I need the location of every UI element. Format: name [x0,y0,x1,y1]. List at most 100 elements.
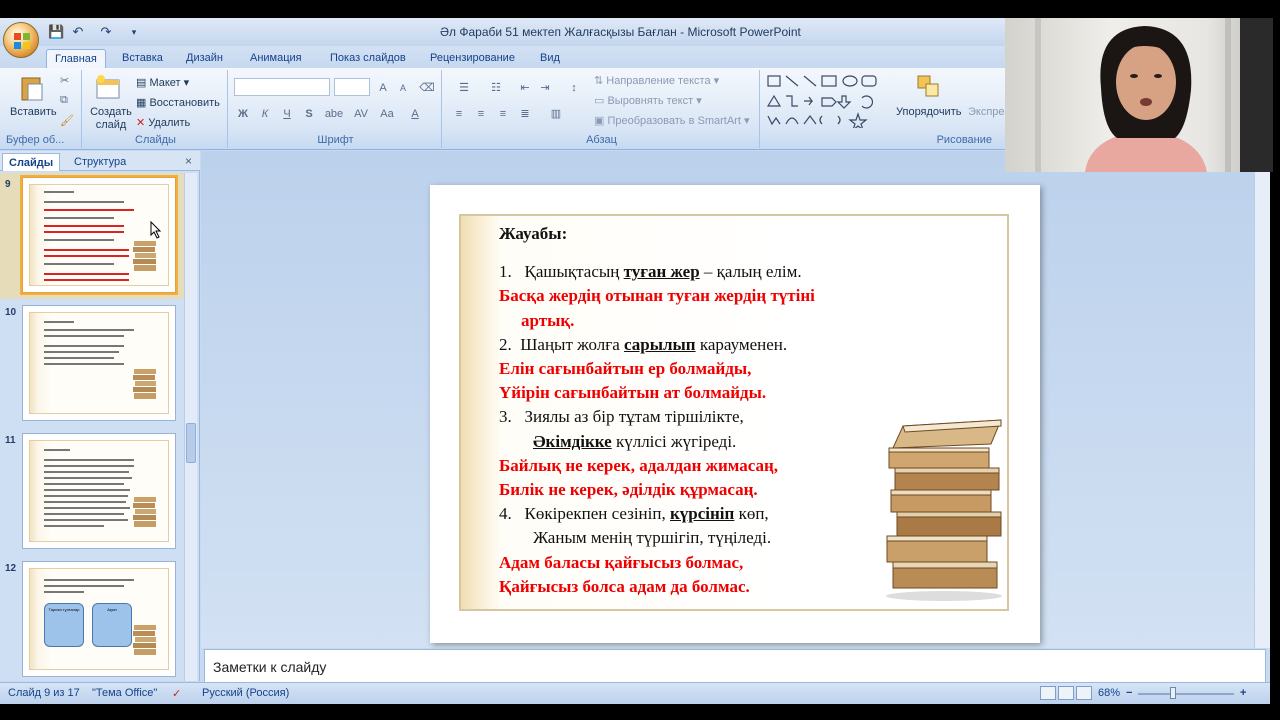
clipboard-group-label: Буфер об... [6,134,65,146]
proverb-3-line-2: Билік не керек, әділдік құрмасаң. [499,480,758,500]
arrange-button[interactable]: Упорядочить [896,106,961,118]
thumb-box-2: Ақын [92,603,132,647]
reset-button[interactable]: ▦ Восстановить [136,96,220,109]
layout-button[interactable]: ▤ Макет ▾ [136,76,189,89]
smartart-icon: ▣ [594,115,608,127]
align-text-button[interactable]: ▭ Выровнять текст ▾ [594,94,702,107]
slide-vertical-scrollbar[interactable] [1254,151,1270,648]
zoom-in-button[interactable]: + [1240,687,1246,699]
scrollbar-thumb[interactable] [186,423,196,463]
cut-icon[interactable]: ✂ [60,74,69,87]
paste-icon [21,77,43,101]
justify-icon[interactable]: ≣ [516,104,534,122]
customize-qat-icon[interactable]: ▾ [126,24,142,40]
align-right-icon[interactable]: ≡ [494,104,512,122]
tab-design[interactable]: Дизайн [178,49,231,68]
save-icon[interactable]: 💾 [48,24,64,40]
proverb-4-line-2: Қайғысыз болса адам да болмас. [499,576,750,596]
notes-pane[interactable]: Заметки к слайду [204,649,1266,683]
undo-icon[interactable]: ↶ [70,24,86,40]
thumb-number: 9 [5,179,11,190]
tab-home[interactable]: Главная [46,49,106,68]
case-button[interactable]: Aa [376,104,398,122]
align-left-icon[interactable]: ≡ [450,104,468,122]
slide-thumbnail-11[interactable] [22,433,176,549]
drawing-group-label: Рисование [936,134,992,146]
font-group-label: Шрифт [317,134,354,146]
spellcheck-icon[interactable]: ✓ [172,687,181,700]
zoom-slider-thumb[interactable] [1170,687,1176,699]
shrink-font-button[interactable]: A [394,78,412,96]
proverb-1-line-2: артық. [521,310,575,330]
tab-view[interactable]: Вид [532,49,568,68]
font-size-combo[interactable] [334,78,370,96]
panel-tabs: Слайды Структура × [0,151,200,171]
tab-animation[interactable]: Анимация [242,49,310,68]
slides-group: Создать слайд ▤ Макет ▾ ▦ Восстановить ✕… [84,70,228,148]
tab-slides[interactable]: Слайды [2,153,61,171]
paragraph-group-label: Абзац [586,134,617,146]
clear-format-icon[interactable]: ⌫ [418,78,436,96]
tab-slideshow[interactable]: Показ слайдов [322,49,414,68]
tab-outline[interactable]: Структура [68,153,132,171]
thumbnails-scrollbar[interactable] [184,173,197,681]
current-slide[interactable]: Жауабы: 1. Қашықтасың туған жер – қалың … [430,185,1040,643]
strike-button[interactable]: S [300,104,318,122]
slide-thumbnails: 9 10 11 12 Тарихи тұлғалар Ақын [0,173,184,681]
italic-button[interactable]: К [256,104,274,122]
zoom-out-button[interactable]: − [1126,687,1132,699]
tab-review[interactable]: Рецензирование [422,49,523,68]
item-2: 2. Шаңыт жолға сарылып карауменен. [499,334,788,354]
office-button[interactable] [3,22,39,58]
item-4: 4. Көкірекпен сезініп, күрсініп көп, [499,504,769,524]
format-painter-icon[interactable]: 🖌 [60,114,74,127]
proverb-1-line-1: Басқа жердің отынан туған жердің түтіні [499,286,815,306]
increase-indent-icon[interactable]: ⇥ [536,78,554,96]
slide-thumbnail-12[interactable]: Тарихи тұлғалар Ақын [22,561,176,677]
slide-heading: Жауабы: [499,224,568,243]
zoom-slider[interactable] [1138,693,1234,695]
slide-text[interactable]: Жауабы: 1. Қашықтасың туған жер – қалың … [499,222,919,599]
new-slide-button[interactable]: Создать слайд [90,106,132,132]
decrease-indent-icon[interactable]: ⇤ [516,78,534,96]
thumb-number: 10 [5,307,17,318]
font-name-combo[interactable] [234,78,330,96]
columns-icon[interactable]: ▥ [542,104,570,122]
font-color-button[interactable]: A [406,104,424,122]
slideshow-view-icon[interactable] [1076,686,1092,700]
slides-group-label: Слайды [135,134,176,146]
drawing-group: Упорядочить Экспрес Рисование [762,70,1032,148]
align-center-icon[interactable]: ≡ [472,104,490,122]
line-spacing-icon[interactable]: ↕ [560,78,588,96]
bullets-icon[interactable]: ☰ [450,78,478,96]
presenter-image [1085,26,1207,172]
grow-font-button[interactable]: A [374,78,392,96]
copy-icon[interactable]: ⧉ [60,94,68,107]
text-direction-button[interactable]: ⇅ Направление текста ▾ [594,74,719,87]
redo-icon[interactable]: ↷ [98,24,114,40]
close-panel-icon[interactable]: × [185,154,192,168]
bold-button[interactable]: Ж [234,104,252,122]
thumb-number: 12 [5,563,17,574]
theme-name: "Тема Office" [92,687,158,699]
slide-sorter-view-icon[interactable] [1058,686,1074,700]
shapes-gallery-icon[interactable] [766,74,886,128]
books-thumbnail-icon [133,241,156,271]
quick-styles-button[interactable]: Экспрес [968,106,1010,118]
window-title: Әл Фараби 51 мектеп Жалғасқызы Бағлан - … [440,25,801,39]
shadow-button[interactable]: abe [322,104,346,122]
language-indicator[interactable]: Русский (Россия) [202,687,289,699]
delete-slide-button[interactable]: ✕ Удалить [136,116,190,129]
tab-insert[interactable]: Вставка [114,49,171,68]
zoom-level[interactable]: 68% [1098,687,1120,699]
normal-view-icon[interactable] [1040,686,1056,700]
smartart-button[interactable]: ▣ Преобразовать в SmartArt ▾ [594,114,749,127]
clipboard-group: Вставить ✂ ⧉ 🖌 Буфер об... [2,70,82,148]
underline-button[interactable]: Ч [278,104,296,122]
slide-thumbnail-10[interactable] [22,305,176,421]
paste-button[interactable]: Вставить [10,106,57,118]
books-thumbnail-icon [133,497,156,527]
slide-editor: Жауабы: 1. Қашықтасың туған жер – қалың … [201,151,1270,648]
spacing-button[interactable]: AV [350,104,372,122]
numbering-icon[interactable]: ☷ [482,78,510,96]
